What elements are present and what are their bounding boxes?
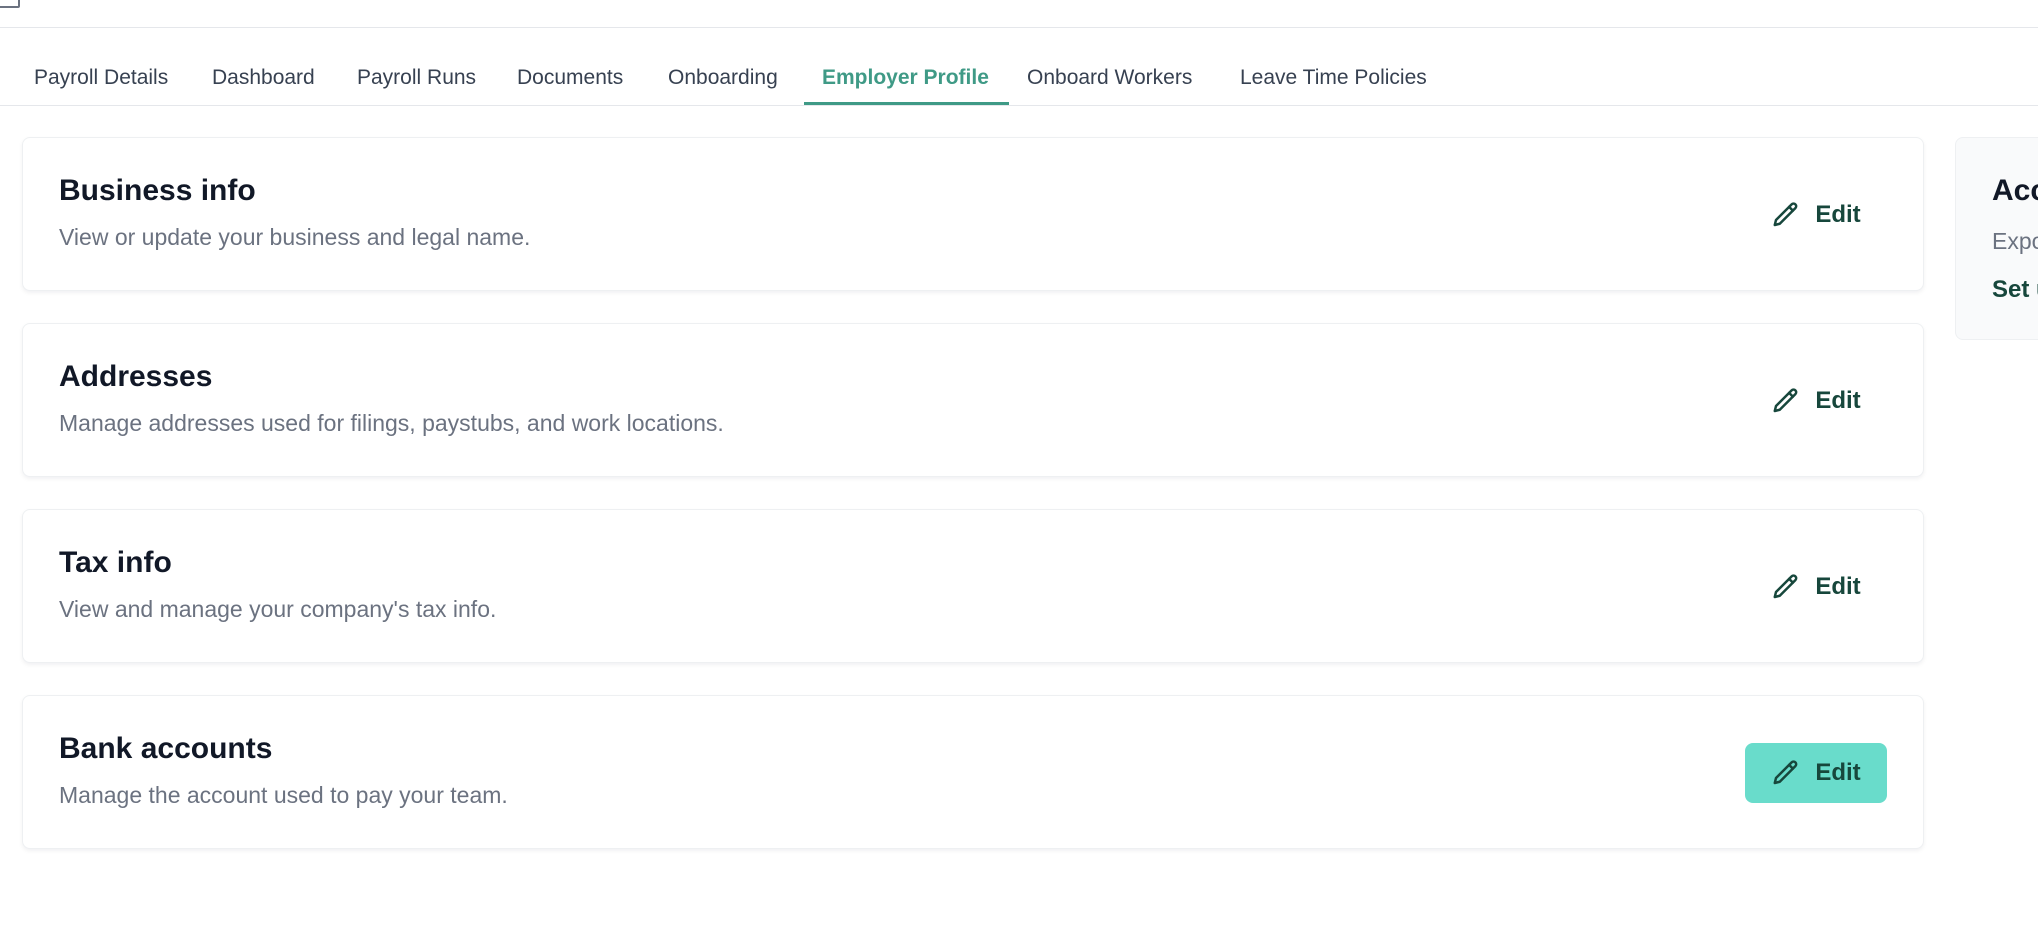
tab-leave-time-policies[interactable]: Leave Time Policies: [1222, 55, 1445, 105]
edit-business-info-button[interactable]: Edit: [1745, 185, 1887, 245]
tab-payroll-runs[interactable]: Payroll Runs: [339, 55, 494, 105]
tab-dashboard[interactable]: Dashboard: [194, 55, 333, 105]
tab-employer-profile[interactable]: Employer Profile: [804, 55, 1009, 105]
edit-label: Edit: [1815, 387, 1861, 414]
tab-onboarding[interactable]: Onboarding: [650, 55, 796, 105]
card-description: View or update your business and legal n…: [59, 224, 531, 250]
tab-onboard-workers[interactable]: Onboard Workers: [1009, 55, 1210, 105]
card-title: Tax info: [59, 546, 172, 579]
tab-documents[interactable]: Documents: [499, 55, 641, 105]
card-description: Manage addresses used for filings, payst…: [59, 410, 724, 436]
pencil-icon: [1773, 202, 1798, 227]
side-card-description: Expo: [1992, 228, 2038, 254]
pencil-icon: [1773, 760, 1798, 785]
pencil-icon: [1773, 574, 1798, 599]
top-bar: [0, 0, 2038, 28]
card-description: Manage the account used to pay your team…: [59, 782, 508, 808]
card-description: View and manage your company's tax info.: [59, 596, 497, 622]
card-title: Addresses: [59, 360, 213, 393]
side-card-link[interactable]: Set u: [1992, 276, 2038, 304]
tax-info-card: Tax info View and manage your company's …: [22, 509, 1924, 663]
edit-addresses-button[interactable]: Edit: [1745, 371, 1887, 431]
side-card: Acc Expo Set u: [1955, 137, 2038, 340]
business-info-card: Business info View or update your busine…: [22, 137, 1924, 291]
edit-label: Edit: [1815, 759, 1861, 786]
tab-bar: Payroll Details Dashboard Payroll Runs D…: [0, 55, 2038, 106]
bank-accounts-card: Bank accounts Manage the account used to…: [22, 695, 1924, 849]
edit-bank-accounts-button[interactable]: Edit: [1745, 743, 1887, 803]
card-title: Business info: [59, 174, 256, 207]
side-card-title: Acc: [1992, 174, 2038, 207]
edit-label: Edit: [1815, 573, 1861, 600]
card-title: Bank accounts: [59, 732, 273, 765]
employer-profile-page: Payroll Details Dashboard Payroll Runs D…: [0, 0, 2038, 932]
addresses-card: Addresses Manage addresses used for fili…: [22, 323, 1924, 477]
window-icon: [0, 0, 20, 8]
tab-payroll-details[interactable]: Payroll Details: [16, 55, 186, 105]
edit-label: Edit: [1815, 201, 1861, 228]
pencil-icon: [1773, 388, 1798, 413]
edit-tax-info-button[interactable]: Edit: [1745, 557, 1887, 617]
